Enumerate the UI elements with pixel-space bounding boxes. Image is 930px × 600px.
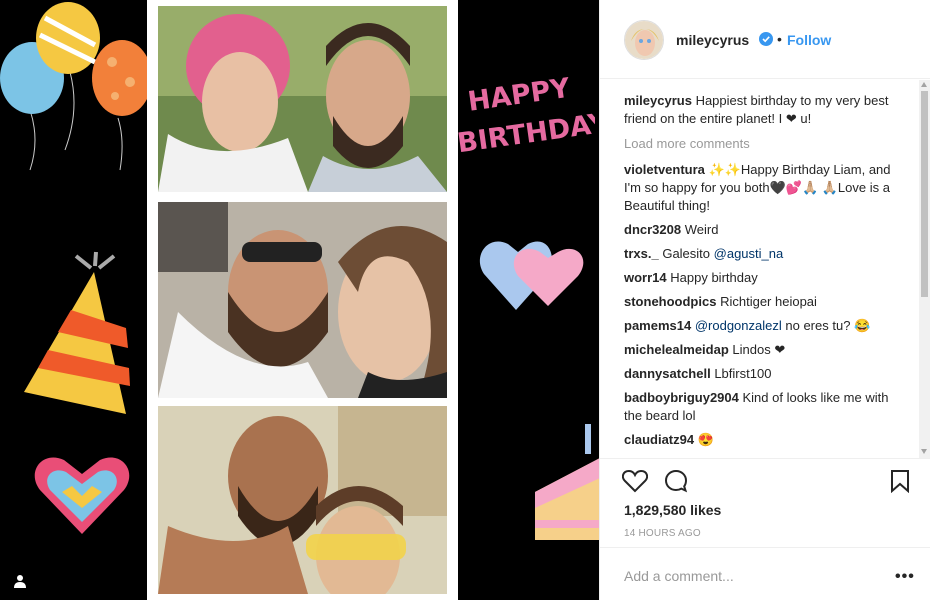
- party-hat-decoration: [24, 251, 130, 414]
- comment-item: michelealmeidap Lindos ❤: [624, 341, 892, 359]
- comment-username[interactable]: worr14: [624, 270, 667, 285]
- comments-scrollbar[interactable]: [919, 80, 930, 458]
- comment-mention-link[interactable]: @rodgonzalezl: [695, 318, 782, 333]
- comment-item: badboybriguy2904 Kind of looks like me w…: [624, 389, 892, 425]
- comment-item: violetventura ✨✨Happy Birthday Liam, and…: [624, 161, 892, 215]
- load-more-comments-button[interactable]: Load more comments: [624, 135, 892, 153]
- cake-decoration: [535, 424, 599, 540]
- comment-text: 😍: [697, 432, 714, 447]
- comment-text: Weird: [684, 222, 719, 237]
- comment-username[interactable]: violetventura: [624, 162, 705, 177]
- svg-text:HAPPY: HAPPY: [466, 73, 572, 118]
- comment-text: Lindos ❤: [732, 342, 786, 357]
- header-username[interactable]: mileycyrus: [676, 32, 749, 48]
- scroll-thumb[interactable]: [921, 91, 928, 297]
- follow-button[interactable]: Follow: [787, 32, 831, 48]
- add-comment-input[interactable]: Add a comment...: [624, 568, 734, 584]
- comment-username[interactable]: trxs._: [624, 246, 659, 261]
- comment-text: Happy birthday: [670, 270, 758, 285]
- photo-2: [158, 202, 447, 398]
- user-tag-icon[interactable]: [13, 574, 27, 588]
- photo-strip: [147, 0, 458, 600]
- post-media[interactable]: HAPPY BIRTHDAY!: [0, 0, 599, 600]
- comment-text: Galesito: [662, 246, 714, 261]
- caption-username[interactable]: mileycyrus: [624, 93, 692, 108]
- heart-sticker-decoration: [34, 457, 130, 534]
- comment-item: dannysatchell Lbfirst100: [624, 365, 892, 383]
- comments-list[interactable]: mileycyrus Happiest birthday to my very …: [600, 80, 930, 458]
- verified-badge-icon: [759, 32, 773, 46]
- photo-3: [158, 406, 447, 594]
- add-comment-section: Add a comment... •••: [600, 547, 930, 600]
- avatar[interactable]: [624, 20, 664, 60]
- comment-bubble-icon[interactable]: [664, 469, 688, 493]
- comment-username[interactable]: dannysatchell: [624, 366, 711, 381]
- comment-username[interactable]: badboybriguy2904: [624, 390, 739, 405]
- comment-username[interactable]: dncr3208: [624, 222, 681, 237]
- post-actions: 1,829,580 likes 14 HOURS AGO: [600, 458, 930, 546]
- post-header: mileycyrus • Follow: [600, 0, 930, 79]
- comment-item: dncr3208 Weird: [624, 221, 892, 239]
- comment-item: worr14 Happy birthday: [624, 269, 892, 287]
- comment-username[interactable]: pamems14: [624, 318, 691, 333]
- more-options-button[interactable]: •••: [895, 568, 915, 586]
- comment-item: pamems14 @rodgonzalezl no eres tu? 😂: [624, 317, 892, 335]
- bookmark-icon[interactable]: [890, 469, 910, 493]
- comment-username[interactable]: michelealmeidap: [624, 342, 729, 357]
- comment-username[interactable]: stonehoodpics: [624, 294, 716, 309]
- balloons-decoration: [0, 2, 150, 171]
- comment-item: stonehoodpics Richtiger heiopai: [624, 293, 892, 311]
- comment-item: trxs._ Galesito @agusti_na: [624, 245, 892, 263]
- comment-text: Lbfirst100: [714, 366, 772, 381]
- likes-count[interactable]: 1,829,580 likes: [624, 502, 721, 518]
- separator-dot: •: [777, 31, 782, 47]
- comment-item: claudiatz94 😍: [624, 431, 892, 449]
- photo-1: [158, 6, 447, 192]
- post-timestamp[interactable]: 14 HOURS AGO: [624, 528, 701, 539]
- comment-text-suffix: no eres tu? 😂: [781, 318, 871, 333]
- happy-birthday-decoration: HAPPY BIRTHDAY!: [455, 73, 595, 160]
- post-side-panel: mileycyrus • Follow mileycyrus Happiest …: [599, 0, 930, 600]
- scroll-up-arrow-icon[interactable]: [921, 82, 927, 87]
- caption: mileycyrus Happiest birthday to my very …: [624, 92, 892, 128]
- heart-icon[interactable]: [622, 469, 648, 493]
- comment-text: Richtiger heiopai: [720, 294, 817, 309]
- comment-username[interactable]: claudiatz94: [624, 432, 694, 447]
- scroll-down-arrow-icon[interactable]: [921, 449, 927, 454]
- hearts-sticker-decoration: [479, 241, 584, 310]
- comment-mention-link[interactable]: @agusti_na: [714, 246, 784, 261]
